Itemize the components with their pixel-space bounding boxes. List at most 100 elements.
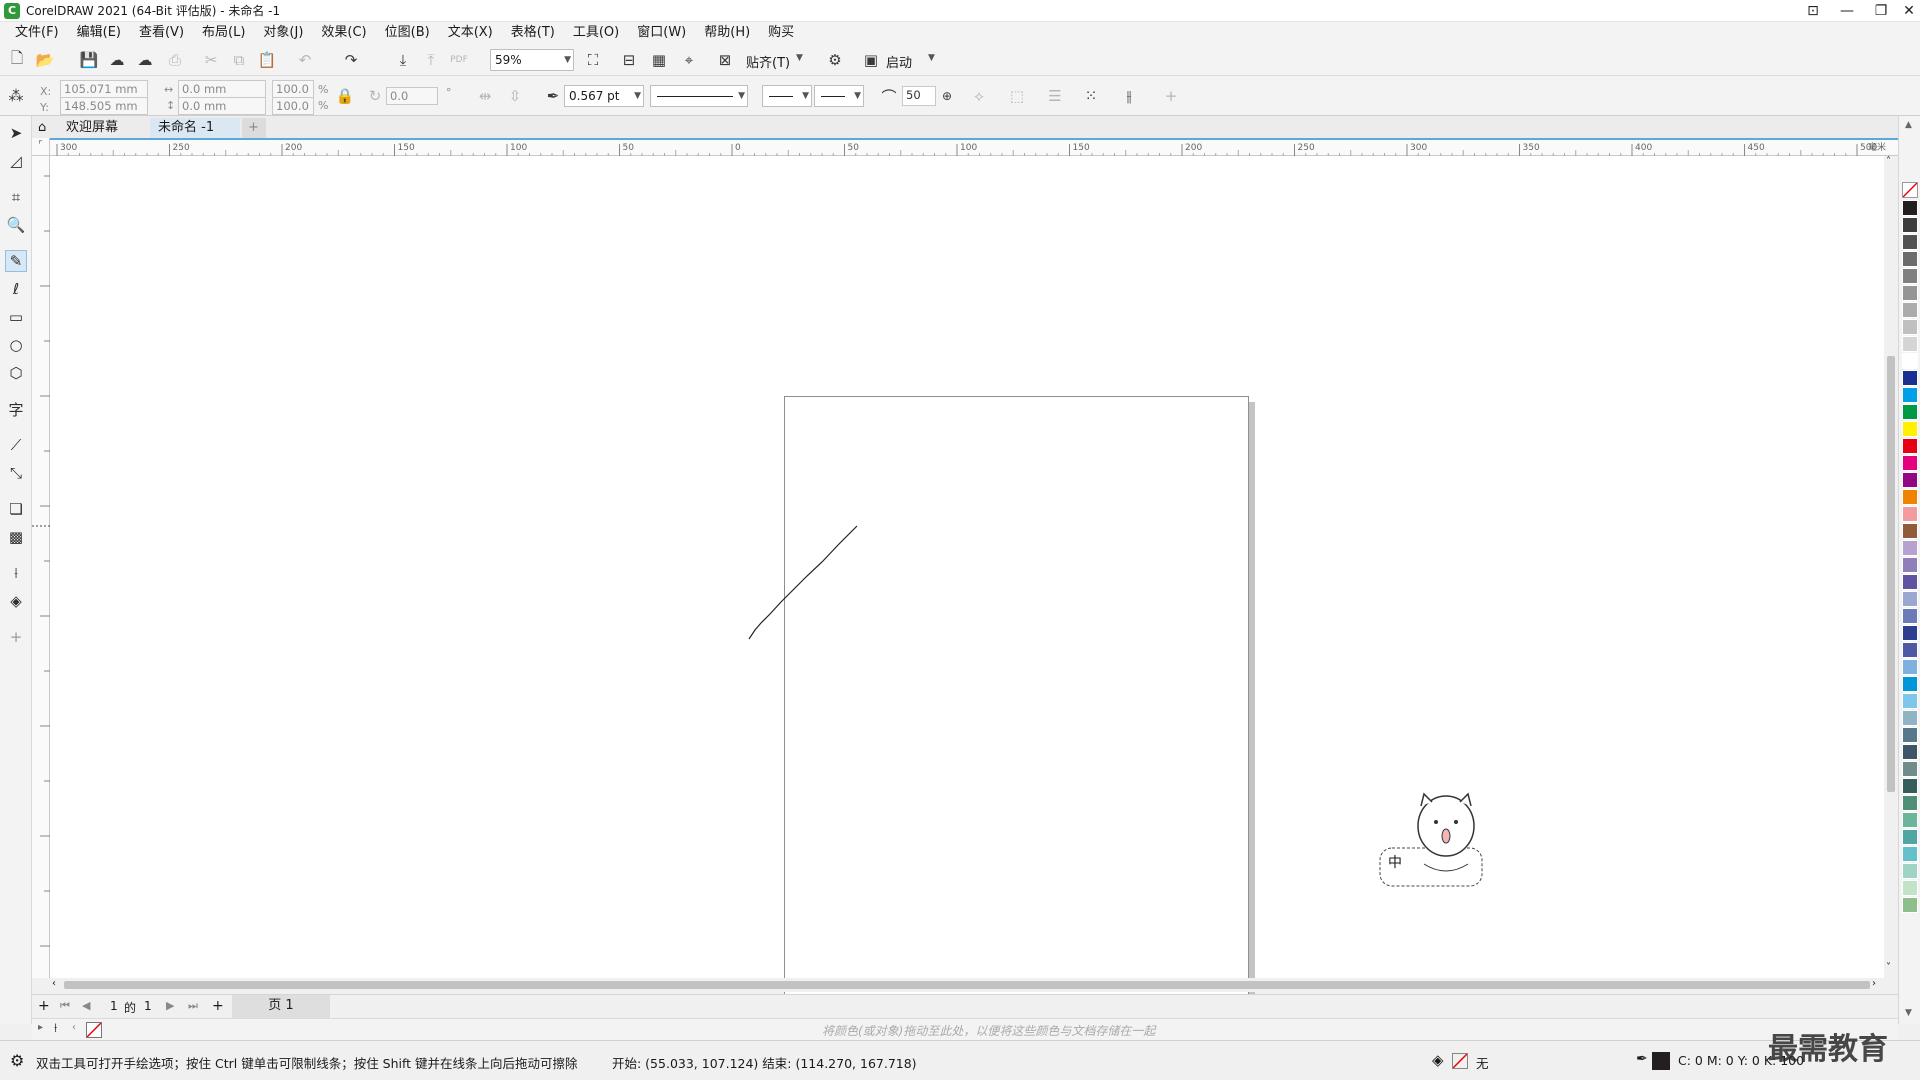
shape-tool-icon[interactable]: ◿ — [5, 150, 27, 172]
menu-effects[interactable]: 效果(C) — [312, 22, 375, 44]
connector-tool-icon[interactable]: ⤡ — [5, 462, 27, 484]
ime-mascot-cat-icon[interactable]: 中 — [1376, 792, 1486, 892]
publish-pdf-icon[interactable]: PDF — [448, 49, 470, 71]
palette-scroll-up-icon[interactable]: ▲ — [1905, 120, 1912, 130]
no-color-swatch[interactable] — [1902, 182, 1918, 198]
full-screen-preview-icon[interactable]: ⛶ — [582, 49, 604, 71]
rotation-field[interactable]: 0.0 — [386, 87, 438, 105]
crop-tool-icon[interactable]: ⌗ — [5, 186, 27, 208]
freehand-options-icon[interactable]: ⟡ — [968, 85, 990, 107]
palette-swatch[interactable] — [1902, 472, 1918, 488]
mirror-vertical-icon[interactable]: ⇳ — [504, 85, 526, 107]
palette-swatch[interactable] — [1902, 625, 1918, 641]
menu-buy[interactable]: 购买 — [759, 22, 803, 44]
undo-icon[interactable]: ↶ — [294, 49, 316, 71]
zoom-level-dropdown[interactable]: 59% ▼ — [490, 49, 574, 71]
palette-swatch[interactable] — [1902, 812, 1918, 828]
cut-icon[interactable]: ✂ — [200, 49, 222, 71]
menu-tools[interactable]: 工具(O) — [564, 22, 628, 44]
palette-swatch[interactable] — [1902, 302, 1918, 318]
horizontal-scroll-thumb[interactable] — [64, 981, 1870, 989]
tab-welcome-screen[interactable]: 欢迎屏幕 — [58, 118, 126, 138]
print-icon[interactable]: ⎙ — [164, 49, 186, 71]
palette-swatch[interactable] — [1902, 829, 1918, 845]
tab-untitled-1[interactable]: 未命名 -1 — [150, 118, 240, 138]
launch-app-icon[interactable]: ▣ — [860, 49, 882, 71]
outline-width-dropdown[interactable]: 0.567 pt ▼ — [564, 85, 644, 107]
palette-swatch[interactable] — [1902, 591, 1918, 607]
palette-swatch[interactable] — [1902, 285, 1918, 301]
palette-expand-icon[interactable]: ▸ — [38, 1022, 43, 1033]
show-nodes-icon[interactable]: ⁙ — [1080, 85, 1102, 107]
palette-swatch[interactable] — [1902, 659, 1918, 675]
ellipse-tool-icon[interactable]: ○ — [5, 334, 27, 356]
horizontal-scrollbar[interactable]: ‹ › — [50, 978, 1884, 992]
import-icon[interactable]: ⤓ — [392, 49, 414, 71]
add-tool-icon[interactable]: + — [5, 626, 27, 648]
palette-swatch[interactable] — [1902, 200, 1918, 216]
open-folder-icon[interactable]: 📂 — [34, 49, 56, 71]
new-tab-plus-icon[interactable]: + — [242, 118, 266, 138]
palette-swatch[interactable] — [1902, 370, 1918, 386]
zoom-tool-icon[interactable]: 🔍 — [5, 214, 27, 236]
menu-window[interactable]: 窗口(W) — [628, 22, 695, 44]
close-icon[interactable]: ✕ — [1892, 0, 1920, 22]
palette-swatch[interactable] — [1902, 778, 1918, 794]
redo-icon[interactable]: ↷ — [340, 49, 362, 71]
add-page-before-icon[interactable]: + — [38, 998, 50, 1014]
scale-y-field[interactable]: 100.0 — [272, 97, 314, 115]
palette-swatch[interactable] — [1902, 863, 1918, 879]
snap-to-label[interactable]: 贴齐(T) — [746, 52, 790, 71]
menu-object[interactable]: 对象(J) — [254, 22, 312, 44]
smoothing-slider-icon[interactable]: ⊕ — [936, 85, 958, 107]
palette-swatch[interactable] — [1902, 761, 1918, 777]
copy-icon[interactable]: ⧉ — [228, 49, 250, 71]
pick-tool-icon[interactable]: ➤ — [5, 122, 27, 144]
eyedropper-icon[interactable]: ⟊ — [54, 1021, 57, 1036]
menu-help[interactable]: 帮助(H) — [695, 22, 759, 44]
text-tool-icon[interactable]: 字 — [5, 398, 27, 420]
palette-swatch[interactable] — [1902, 540, 1918, 556]
palette-swatch[interactable] — [1902, 846, 1918, 862]
first-page-icon[interactable]: ⏮ — [60, 999, 70, 1013]
palette-swatch[interactable] — [1902, 676, 1918, 692]
palette-swatch[interactable] — [1902, 506, 1918, 522]
palette-swatch[interactable] — [1902, 557, 1918, 573]
polygon-tool-icon[interactable]: ⬡ — [5, 362, 27, 384]
palette-swatch[interactable] — [1902, 710, 1918, 726]
palette-swatch[interactable] — [1902, 234, 1918, 250]
line-style-dropdown[interactable]: ▼ — [650, 85, 748, 107]
palette-swatch[interactable] — [1902, 438, 1918, 454]
vertical-scroll-thumb[interactable] — [1887, 356, 1895, 792]
palette-swatch[interactable] — [1902, 489, 1918, 505]
palette-swatch[interactable] — [1902, 693, 1918, 709]
eyedropper-tool-icon[interactable]: ⟊ — [5, 562, 27, 584]
previous-page-icon[interactable]: ◀ — [82, 999, 90, 1012]
outline-pen-status-icon[interactable]: ✒ — [1636, 1051, 1648, 1067]
cloud-upload-icon[interactable]: ☁ — [134, 49, 156, 71]
show-rulers-icon[interactable]: ⊟ — [618, 49, 640, 71]
show-guidelines-icon[interactable]: ⌖ — [678, 49, 700, 71]
y-position-field[interactable]: 148.505 mm — [60, 97, 148, 115]
object-origin-icon[interactable]: ⁂ — [5, 85, 27, 107]
last-page-icon[interactable]: ⏭ — [188, 999, 198, 1013]
end-arrowhead-dropdown[interactable]: ▼ — [814, 85, 864, 107]
chevron-down-icon[interactable]: ▼ — [796, 53, 803, 63]
dimension-tool-icon[interactable]: ⟋ — [5, 434, 27, 456]
palette-swatch[interactable] — [1902, 421, 1918, 437]
height-field[interactable]: 0.0 mm — [178, 97, 266, 115]
home-icon[interactable]: ⌂ — [32, 118, 60, 138]
paste-icon[interactable]: 📋 — [256, 49, 278, 71]
mirror-horizontal-icon[interactable]: ⇹ — [474, 85, 496, 107]
menu-layout[interactable]: 布局(L) — [193, 22, 254, 44]
minimize-icon[interactable]: — — [1830, 0, 1864, 22]
palette-swatch[interactable] — [1902, 319, 1918, 335]
drawing-canvas[interactable]: 中 — [50, 156, 1884, 1053]
menu-table[interactable]: 表格(T) — [502, 22, 564, 44]
palette-swatch[interactable] — [1902, 744, 1918, 760]
interactive-fill-tool-icon[interactable]: ◈ — [5, 590, 27, 612]
palette-swatch[interactable] — [1902, 455, 1918, 471]
artistic-media-tool-icon[interactable]: ℓ — [5, 278, 27, 300]
freehand-line-object[interactable] — [748, 525, 858, 640]
document-palette[interactable]: ▸ ⟊ ‹ 将颜色(或对象)拖动至此处，以便将这些颜色与文档存储在一起 — [32, 1018, 1898, 1040]
